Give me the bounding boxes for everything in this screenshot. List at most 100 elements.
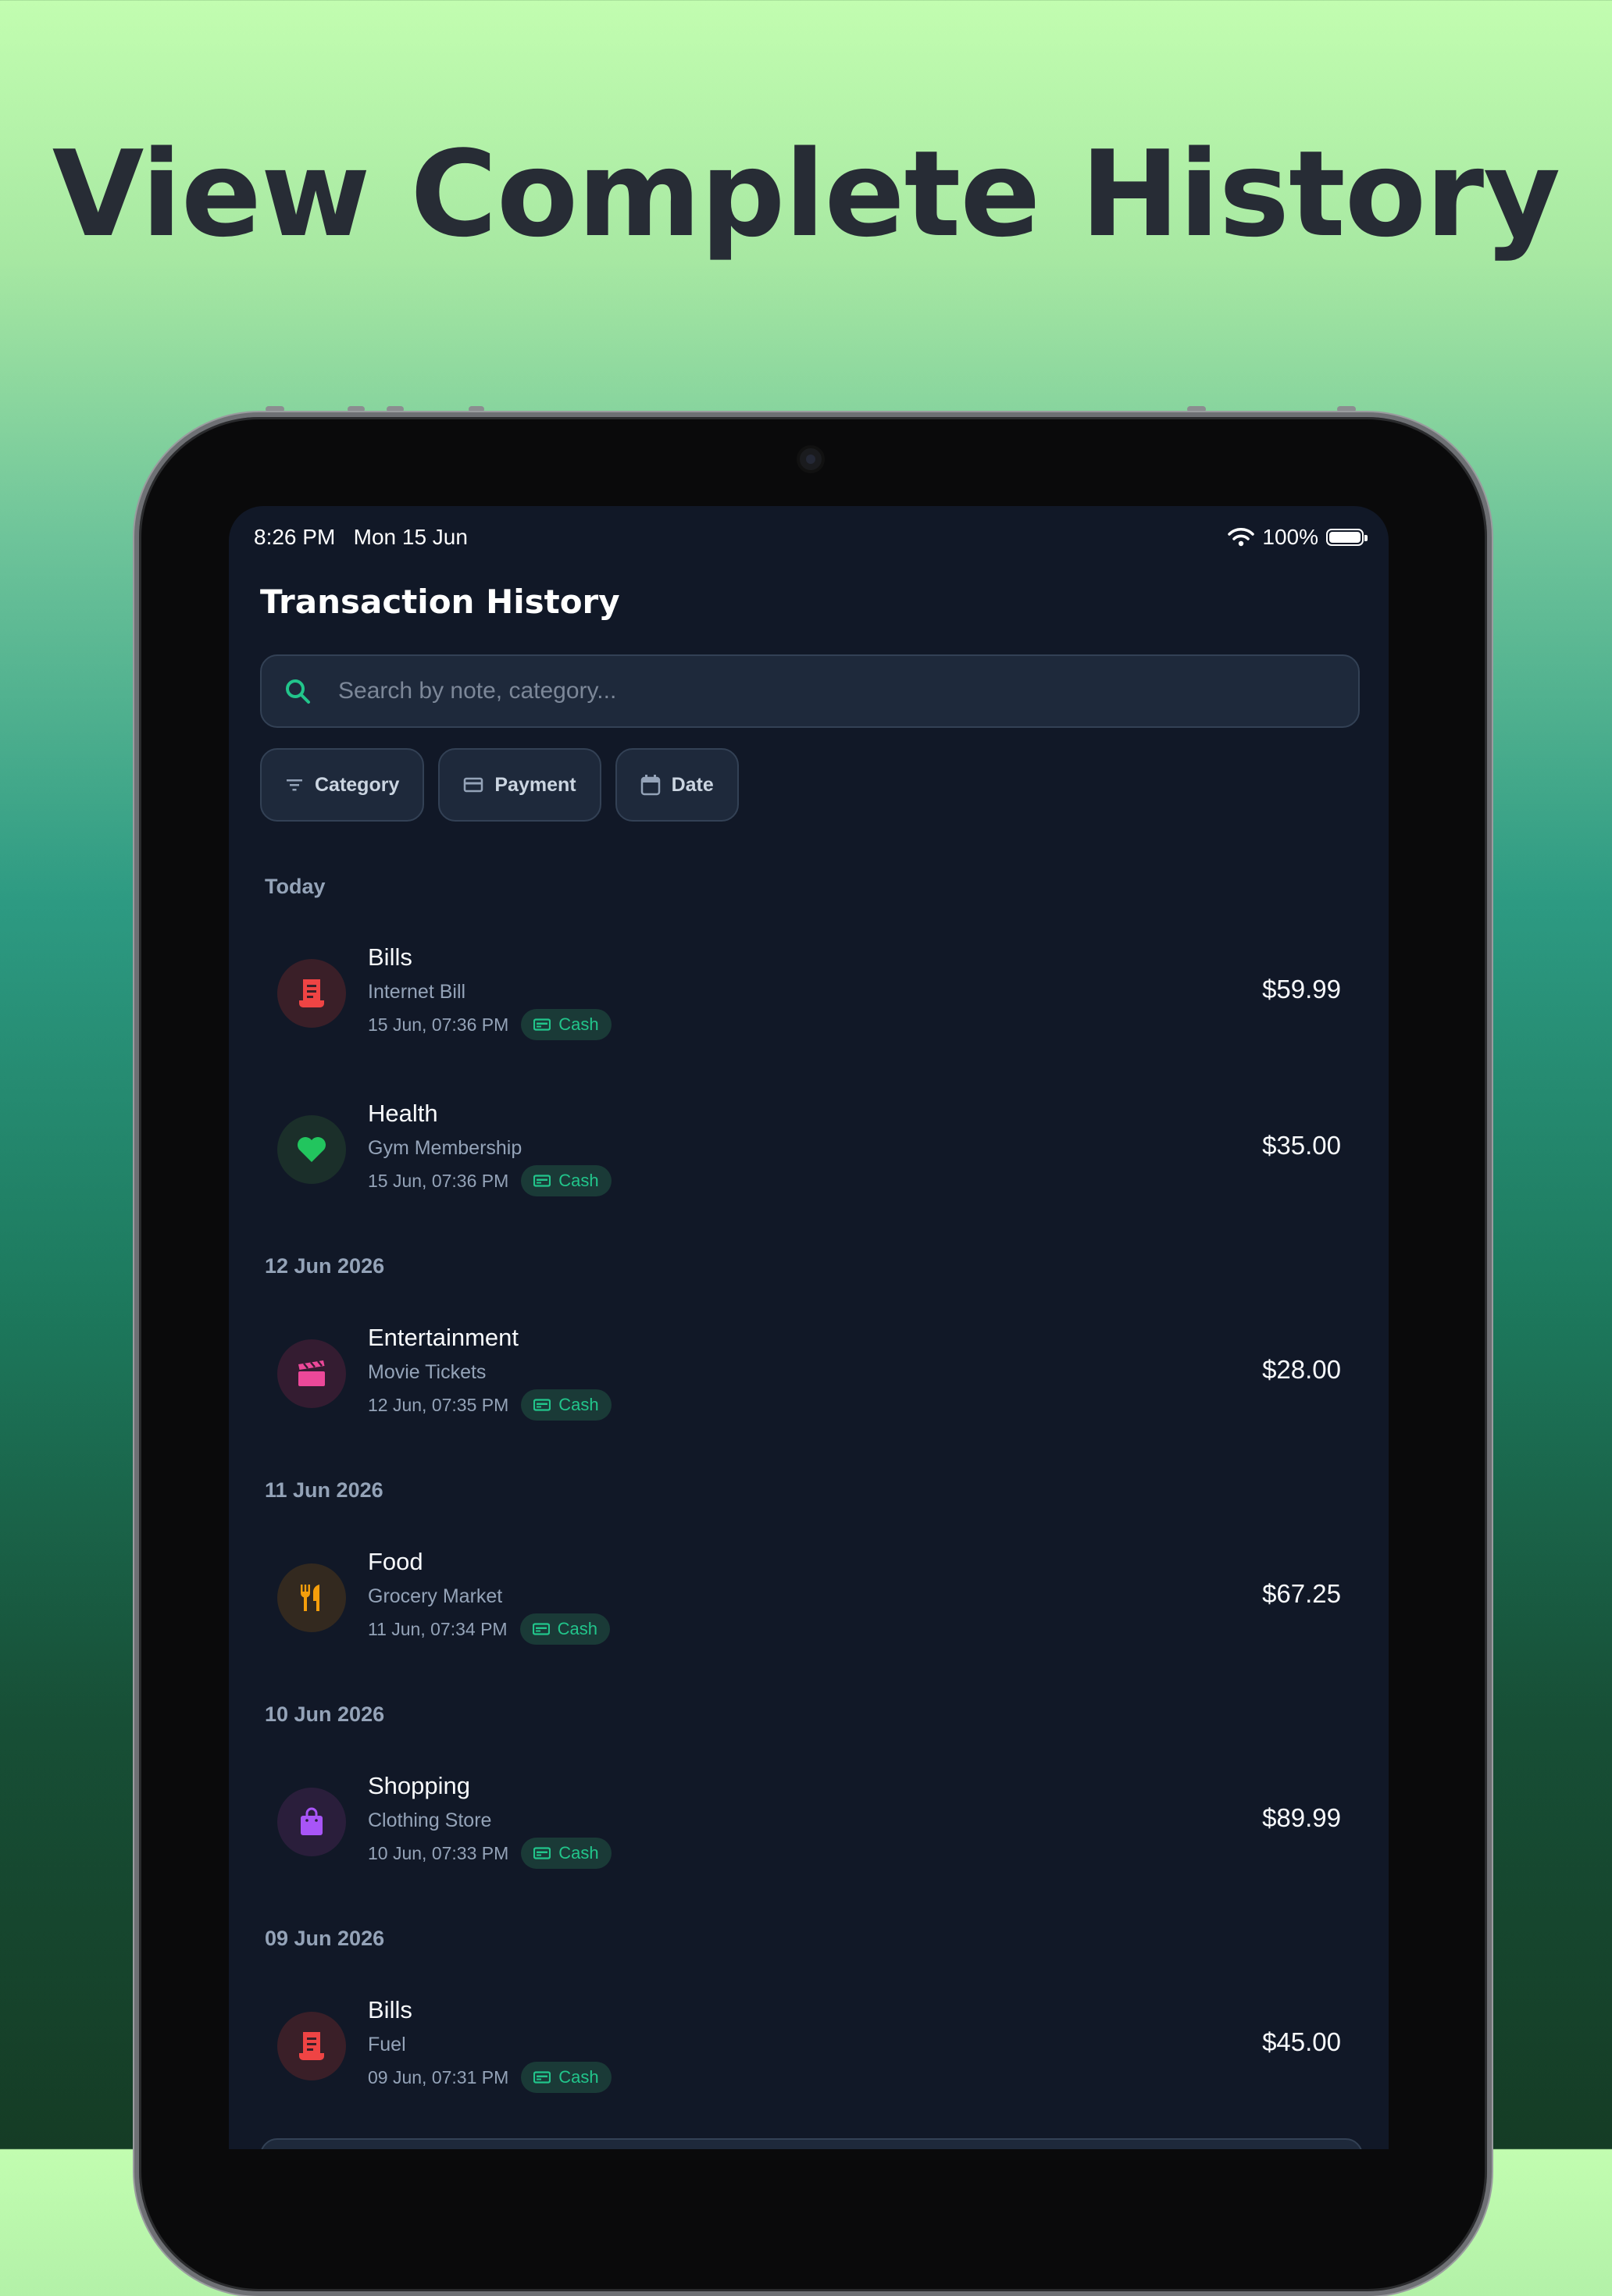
transaction-category: Bills [368, 943, 412, 971]
section-header: 10 Jun 2026 [265, 1702, 385, 1726]
transaction-note: Movie Tickets [368, 1361, 487, 1383]
filter-payment-button[interactable]: Payment [438, 748, 601, 822]
payment-label: Cash [558, 1171, 599, 1190]
transaction-note: Grocery Market [368, 1585, 503, 1607]
status-date: Mon 15 Jun [353, 525, 468, 549]
transaction-amount: $35.00 [1262, 1131, 1341, 1160]
status-right: 100% [1228, 525, 1368, 550]
device-button [1187, 406, 1206, 412]
device-button [1337, 406, 1356, 412]
transaction-amount: $28.00 [1262, 1355, 1341, 1384]
calendar-icon [640, 775, 660, 796]
filter-payment-label: Payment [494, 773, 576, 796]
page-title: Transaction History [260, 583, 620, 621]
section-header: 09 Jun 2026 [265, 1927, 385, 1950]
transaction-row[interactable]: Food Grocery Market 11 Jun, 07:34 PM Cas… [260, 1535, 1360, 1660]
transaction-datetime: 12 Jun, 07:35 PM [368, 1394, 509, 1415]
category-icon-badge [277, 959, 346, 1028]
transaction-datetime: 11 Jun, 07:34 PM [368, 1618, 508, 1639]
transaction-amount: $67.25 [1262, 1579, 1341, 1608]
front-camera [797, 445, 825, 473]
transaction-row[interactable]: Entertainment Movie Tickets 12 Jun, 07:3… [260, 1311, 1360, 1436]
payment-label: Cash [558, 1014, 599, 1034]
payment-badge: Cash [521, 2062, 612, 2093]
transaction-category: Health [368, 1100, 438, 1127]
search-icon [286, 679, 310, 704]
section-header: 11 Jun 2026 [265, 1478, 383, 1502]
cash-icon [533, 1847, 551, 1859]
battery-percent: 100% [1262, 525, 1318, 549]
transaction-amount: $59.99 [1262, 975, 1341, 1004]
transaction-note: Clothing Store [368, 1809, 492, 1831]
heart-icon [298, 1137, 326, 1162]
utensils-icon [301, 1585, 319, 1611]
payment-badge: Cash [521, 1838, 612, 1869]
status-time-date: 8:26 PM Mon 15 Jun [254, 525, 468, 550]
transaction-category: Entertainment [368, 1324, 519, 1351]
receipt-icon [299, 979, 324, 1007]
transaction-row[interactable]: Health Gym Membership 15 Jun, 07:36 PM C… [260, 1087, 1360, 1212]
category-icon-badge [277, 1115, 346, 1184]
transaction-note: Fuel [368, 2034, 406, 2055]
transaction-category: Bills [368, 1996, 412, 2023]
status-bar: 8:26 PM Mon 15 Jun 100% [254, 517, 1368, 556]
transaction-note: Gym Membership [368, 1137, 522, 1159]
transaction-row[interactable]: Bills Internet Bill 15 Jun, 07:36 PM Cas… [260, 931, 1360, 1056]
transaction-datetime: 15 Jun, 07:36 PM [368, 1170, 509, 1191]
transaction-category: Food [368, 1548, 423, 1575]
search-input[interactable] [337, 677, 1277, 705]
cash-icon [532, 1623, 550, 1635]
transaction-meta: 11 Jun, 07:34 PM Cash [368, 1613, 610, 1645]
payment-label: Cash [558, 1843, 599, 1863]
battery-icon [1326, 529, 1368, 546]
transaction-note: Internet Bill [368, 981, 466, 1003]
filter-date-button[interactable]: Date [615, 748, 739, 822]
filter-category-label: Category [315, 773, 400, 796]
clapperboard-icon [298, 1360, 325, 1386]
category-icon-badge [277, 2012, 346, 2080]
cash-icon [533, 2071, 551, 2084]
filter-category-button[interactable]: Category [260, 748, 425, 822]
transaction-amount: $89.99 [1262, 1803, 1341, 1832]
payment-label: Cash [558, 1395, 599, 1414]
payment-badge: Cash [521, 1165, 612, 1196]
wifi-icon [1228, 528, 1255, 547]
payment-label: Cash [558, 2067, 599, 2087]
transaction-amount: $45.00 [1262, 2027, 1341, 2056]
bottom-bar [260, 2138, 1363, 2149]
device-button [348, 406, 365, 412]
transaction-row[interactable]: Shopping Clothing Store 10 Jun, 07:33 PM… [260, 1759, 1360, 1884]
transaction-category: Shopping [368, 1772, 471, 1799]
transaction-datetime: 09 Jun, 07:31 PM [368, 2066, 509, 2087]
payment-badge: Cash [521, 1389, 612, 1421]
receipt-icon [299, 2032, 324, 2060]
payment-label: Cash [557, 1619, 597, 1638]
category-icon-badge [277, 1563, 346, 1632]
shopping-bag-icon [301, 1807, 323, 1835]
device-button [387, 406, 404, 412]
cash-icon [533, 1018, 551, 1031]
cash-icon [533, 1175, 551, 1187]
transaction-datetime: 10 Jun, 07:33 PM [368, 1842, 509, 1863]
section-header: 12 Jun 2026 [265, 1254, 385, 1278]
device-button [266, 406, 284, 412]
transaction-meta: 12 Jun, 07:35 PM Cash [368, 1389, 612, 1421]
transaction-meta: 15 Jun, 07:36 PM Cash [368, 1165, 612, 1196]
category-icon-badge [277, 1788, 346, 1856]
transaction-row[interactable]: Bills Fuel 09 Jun, 07:31 PM Cash $45.00 [260, 1984, 1360, 2109]
card-icon [464, 777, 483, 793]
payment-badge: Cash [519, 1613, 610, 1645]
transaction-meta: 10 Jun, 07:33 PM Cash [368, 1838, 612, 1869]
headline: View Complete History [52, 125, 1560, 263]
device-button [469, 406, 484, 412]
section-header: Today [265, 875, 326, 898]
filter-bar: Category Payment Date [260, 748, 739, 822]
transaction-datetime: 15 Jun, 07:36 PM [368, 1014, 509, 1035]
transaction-meta: 15 Jun, 07:36 PM Cash [368, 1009, 612, 1040]
filter-date-label: Date [671, 773, 714, 796]
transaction-meta: 09 Jun, 07:31 PM Cash [368, 2062, 612, 2093]
category-icon-badge [277, 1339, 346, 1408]
payment-badge: Cash [521, 1009, 612, 1040]
search-bar[interactable] [260, 654, 1360, 728]
app-screen: 8:26 PM Mon 15 Jun 100% Transaction Hist… [229, 506, 1389, 2149]
